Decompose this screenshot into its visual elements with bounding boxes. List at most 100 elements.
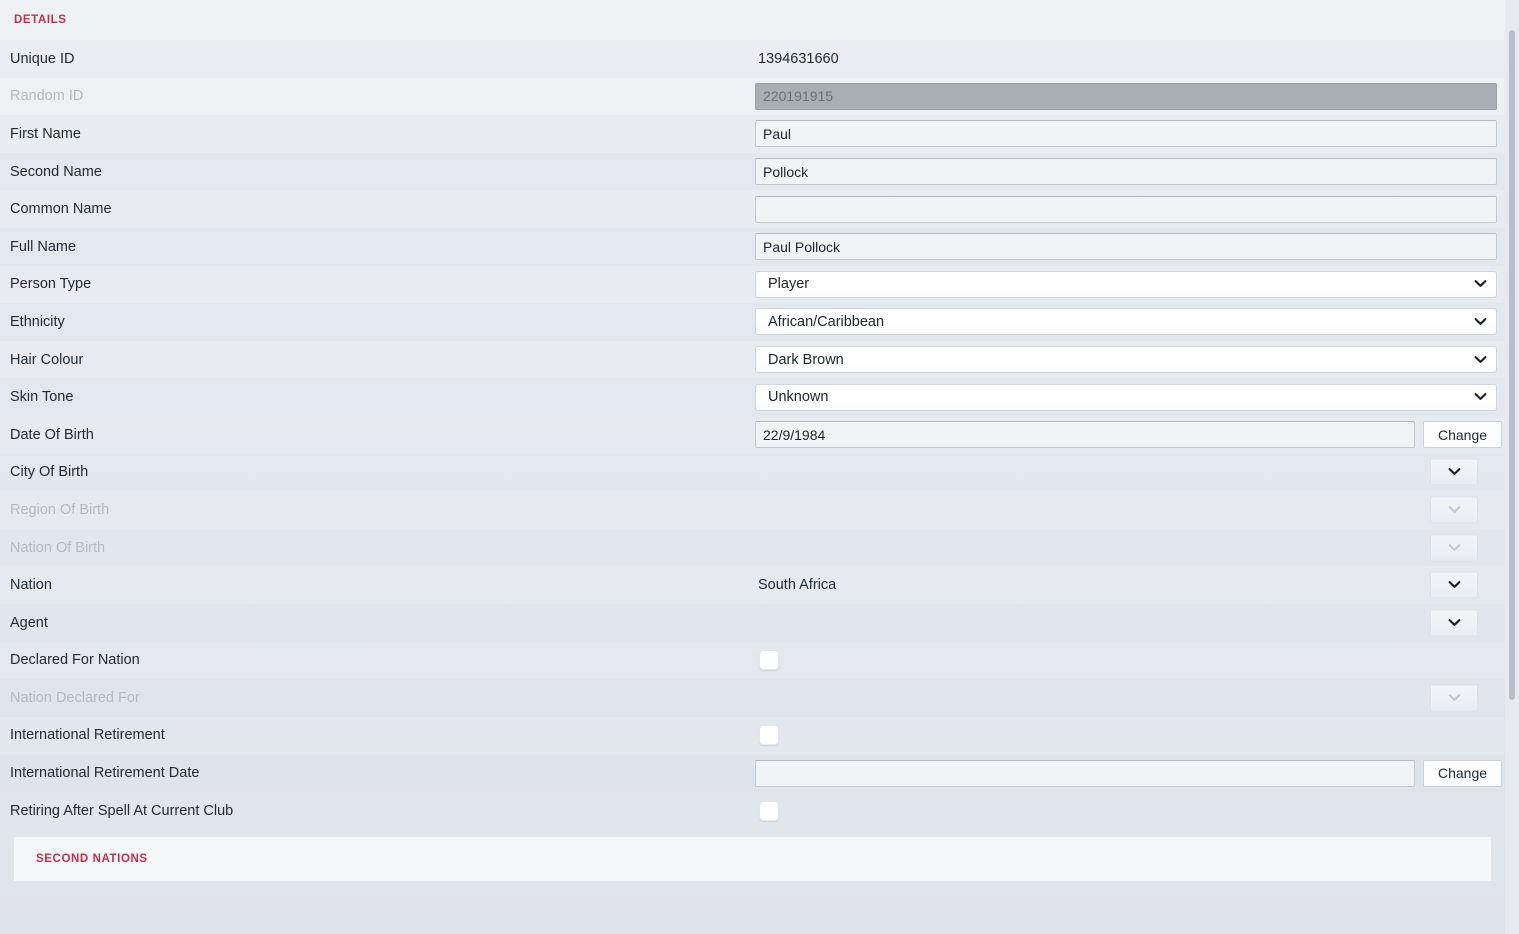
- label-nation-of-birth: Nation Of Birth: [10, 539, 106, 556]
- field-skin-tone: Unknown: [755, 378, 1505, 416]
- label-declared-for-nation: Declared For Nation: [10, 652, 140, 669]
- label-agent: Agent: [10, 614, 48, 631]
- row-international-retirement-date: International Retirement Date Change: [0, 754, 1505, 792]
- field-city-of-birth: [755, 454, 1505, 492]
- field-full-name: [755, 228, 1505, 266]
- nation-dropdown-button[interactable]: [1430, 571, 1478, 599]
- row-person-type: Person Type Player: [0, 266, 1505, 304]
- label-region-of-birth: Region Of Birth: [10, 501, 110, 518]
- row-nation-declared-for: Nation Declared For: [0, 679, 1505, 717]
- chevron-down-icon: [1448, 543, 1461, 552]
- chevron-down-icon: [1448, 693, 1461, 702]
- label-second-name: Second Name: [10, 163, 102, 180]
- international-retirement-checkbox[interactable]: [759, 725, 779, 746]
- chevron-down-icon: [1474, 280, 1487, 289]
- section-header-details: DETAILS: [0, 0, 1505, 40]
- label-skin-tone: Skin Tone: [10, 389, 74, 406]
- skin-tone-value: Unknown: [768, 389, 829, 406]
- change-date-of-birth-button[interactable]: Change: [1423, 421, 1502, 449]
- field-nation: South Africa: [755, 566, 1505, 604]
- retiring-after-spell-checkbox[interactable]: [759, 800, 779, 821]
- field-ethnicity: African/Caribbean: [755, 303, 1505, 341]
- vertical-scrollbar[interactable]: [1505, 0, 1519, 934]
- ethnicity-value: African/Caribbean: [768, 313, 885, 330]
- section-title-details: DETAILS: [14, 14, 67, 26]
- person-type-dropdown[interactable]: Player: [755, 270, 1497, 298]
- field-international-retirement-date: Change: [755, 754, 1505, 792]
- field-nation-of-birth: [755, 529, 1505, 567]
- field-hair-colour: Dark Brown: [755, 341, 1505, 379]
- common-name-input[interactable]: [755, 195, 1497, 223]
- field-declared-for-nation: [755, 642, 1505, 680]
- row-ethnicity: Ethnicity African/Caribbean: [0, 303, 1505, 341]
- row-unique-id: Unique ID 1394631660: [0, 40, 1505, 78]
- section-header-second-nations: SECOND NATIONS: [14, 837, 1491, 882]
- first-name-input[interactable]: [755, 120, 1497, 148]
- row-nation-of-birth: Nation Of Birth: [0, 528, 1505, 567]
- row-first-name: First Name: [0, 115, 1505, 153]
- row-declared-for-nation: Declared For Nation: [0, 642, 1505, 680]
- label-retiring-after-spell: Retiring After Spell At Current Club: [10, 802, 234, 819]
- chevron-down-icon: [1474, 317, 1487, 326]
- nation-declared-for-dropdown-button: [1430, 684, 1478, 712]
- row-international-retirement: International Retirement: [0, 717, 1505, 755]
- chevron-down-icon: [1448, 468, 1461, 477]
- chevron-down-icon: [1474, 355, 1487, 364]
- field-nation-declared-for: [755, 679, 1505, 717]
- field-region-of-birth: [755, 491, 1505, 529]
- chevron-down-icon: [1448, 581, 1461, 590]
- row-second-name: Second Name: [0, 152, 1505, 191]
- field-first-name: [755, 115, 1505, 153]
- value-nation: South Africa: [758, 577, 837, 594]
- details-panel: DETAILS Unique ID 1394631660 Random ID F…: [0, 0, 1519, 934]
- details-rows: DETAILS Unique ID 1394631660 Random ID F…: [0, 0, 1505, 882]
- vertical-scrollbar-thumb[interactable]: [1509, 30, 1515, 700]
- row-skin-tone: Skin Tone Unknown: [0, 378, 1505, 416]
- label-ethnicity: Ethnicity: [10, 313, 65, 330]
- ethnicity-dropdown[interactable]: African/Caribbean: [755, 308, 1497, 336]
- hair-colour-value: Dark Brown: [768, 351, 844, 368]
- row-agent: Agent: [0, 603, 1505, 642]
- row-random-id: Random ID: [0, 77, 1505, 116]
- row-retiring-after-spell: Retiring After Spell At Current Club: [0, 792, 1505, 830]
- label-city-of-birth: City Of Birth: [10, 464, 89, 481]
- field-retiring-after-spell: [755, 792, 1505, 830]
- hair-colour-dropdown[interactable]: Dark Brown: [755, 346, 1497, 374]
- row-common-name: Common Name: [0, 190, 1505, 228]
- nation-of-birth-dropdown-button: [1430, 534, 1478, 562]
- random-id-input: [755, 82, 1497, 110]
- chevron-down-icon: [1448, 618, 1461, 627]
- label-random-id: Random ID: [10, 88, 84, 105]
- label-international-retirement-date: International Retirement Date: [10, 765, 200, 782]
- details-scroll-area: DETAILS Unique ID 1394631660 Random ID F…: [0, 0, 1505, 934]
- label-nation-declared-for: Nation Declared For: [10, 689, 140, 706]
- skin-tone-dropdown[interactable]: Unknown: [755, 383, 1497, 411]
- declared-for-nation-checkbox[interactable]: [759, 650, 779, 671]
- field-date-of-birth: Change: [755, 416, 1505, 454]
- date-of-birth-input[interactable]: [755, 421, 1415, 449]
- field-common-name: [755, 190, 1505, 228]
- label-hair-colour: Hair Colour: [10, 351, 84, 368]
- value-unique-id: 1394631660: [758, 50, 839, 67]
- field-person-type: Player: [755, 266, 1505, 304]
- region-of-birth-dropdown-button: [1430, 496, 1478, 524]
- agent-dropdown-button[interactable]: [1430, 609, 1478, 637]
- field-international-retirement: [755, 717, 1505, 755]
- row-date-of-birth: Date Of Birth Change: [0, 416, 1505, 454]
- label-nation: Nation: [10, 577, 52, 594]
- label-date-of-birth: Date Of Birth: [10, 426, 94, 443]
- chevron-down-icon: [1474, 393, 1487, 402]
- row-nation: Nation South Africa: [0, 566, 1505, 604]
- row-hair-colour: Hair Colour Dark Brown: [0, 341, 1505, 379]
- second-name-input[interactable]: [755, 158, 1497, 186]
- field-agent: [755, 604, 1505, 642]
- field-unique-id: 1394631660: [755, 40, 1505, 78]
- field-random-id: [755, 78, 1505, 116]
- city-of-birth-dropdown-button[interactable]: [1430, 458, 1478, 486]
- change-international-retirement-date-button[interactable]: Change: [1423, 759, 1502, 787]
- label-unique-id: Unique ID: [10, 50, 75, 67]
- section-title-second-nations: SECOND NATIONS: [36, 853, 148, 866]
- full-name-input[interactable]: [755, 233, 1497, 261]
- international-retirement-date-input[interactable]: [755, 759, 1415, 787]
- label-common-name: Common Name: [10, 201, 112, 218]
